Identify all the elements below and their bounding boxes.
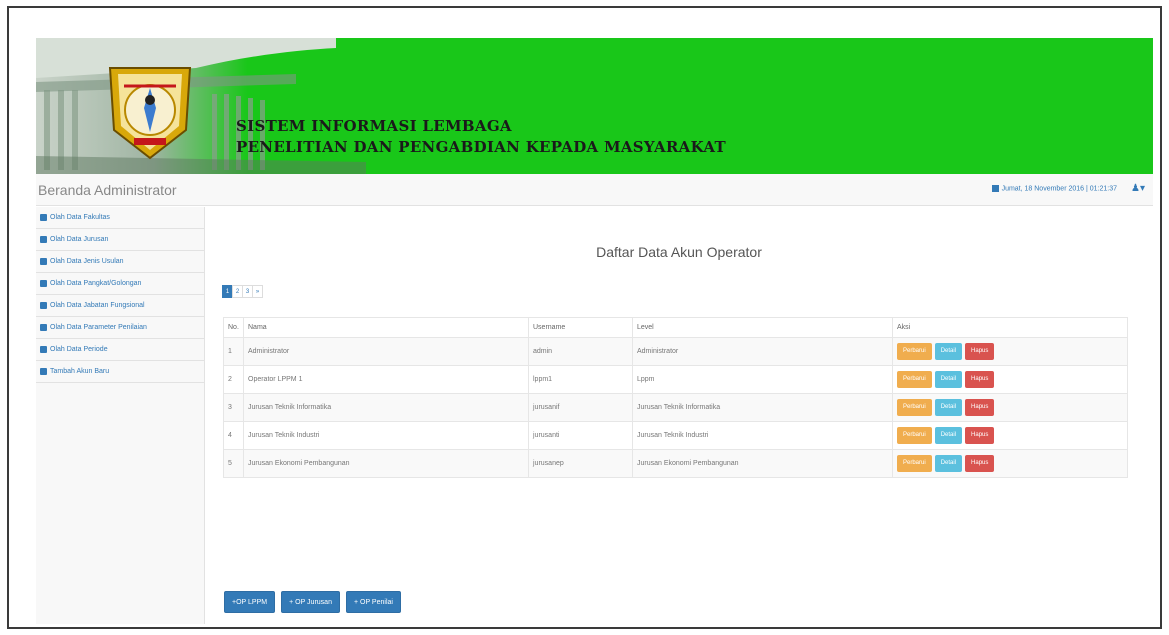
sidebar-item-label: Tambah Akun Baru	[50, 368, 110, 375]
datetime-text: Jumat, 18 November 2016 | 01:21:37	[1001, 185, 1118, 193]
col-header-username: Username	[528, 317, 633, 338]
sidebar-item-jabatan-fungsional[interactable]: Olah Data Jabatan Fungsional	[36, 295, 204, 317]
cell-no: 5	[223, 449, 244, 478]
user-icon	[40, 368, 47, 375]
sidebar-item-label: Olah Data Jenis Usulan	[50, 258, 124, 265]
detail-button[interactable]: Detail	[934, 343, 963, 360]
cell-no: 2	[223, 365, 244, 394]
edit-button[interactable]: Perbarui	[897, 455, 932, 472]
edit-button[interactable]: Perbarui	[897, 343, 932, 360]
table-header-row: No. Nama Username Level Aksi	[223, 317, 1128, 338]
edit-button[interactable]: Perbarui	[897, 371, 932, 388]
sidebar-item-jurusan[interactable]: Olah Data Jurusan	[36, 229, 204, 251]
table-row: 4 Jurusan Teknik Industri jurusanti Juru…	[223, 421, 1128, 450]
sidebar-item-label: Olah Data Periode	[50, 346, 108, 353]
cell-no: 3	[223, 393, 244, 422]
edit-button[interactable]: Perbarui	[897, 399, 932, 416]
cell-aksi: Perbarui Detail Hapus	[892, 365, 1128, 394]
detail-button[interactable]: Detail	[934, 427, 963, 444]
book-icon	[40, 236, 47, 243]
table-row: 5 Jurusan Ekonomi Pembangunan jurusanep …	[223, 449, 1128, 478]
sidebar-item-pangkat-golongan[interactable]: Olah Data Pangkat/Golongan	[36, 273, 204, 295]
add-op-penilai-button[interactable]: + OP Penilai	[345, 591, 401, 613]
detail-button[interactable]: Detail	[934, 399, 963, 416]
pagination-next[interactable]: »	[252, 285, 263, 298]
calendar-icon	[40, 346, 47, 353]
sidebar-item-label: Olah Data Jabatan Fungsional	[50, 302, 145, 309]
add-op-jurusan-button[interactable]: + OP Jurusan	[281, 591, 340, 613]
cell-aksi: Perbarui Detail Hapus	[892, 337, 1128, 366]
calendar-icon	[991, 184, 999, 192]
page: SISTEM INFORMASI LEMBAGA PENELITIAN DAN …	[36, 38, 1153, 624]
cell-aksi: Perbarui Detail Hapus	[892, 421, 1128, 450]
delete-button[interactable]: Hapus	[965, 371, 995, 388]
header-banner: SISTEM INFORMASI LEMBAGA PENELITIAN DAN …	[36, 38, 1153, 174]
list-icon	[40, 302, 47, 309]
navbar-brand[interactable]: Beranda Administrator	[38, 182, 177, 198]
banner-title: SISTEM INFORMASI LEMBAGA PENELITIAN DAN …	[236, 116, 726, 158]
cell-aksi: Perbarui Detail Hapus	[892, 449, 1128, 478]
col-header-level: Level	[632, 317, 893, 338]
cell-nama: Jurusan Ekonomi Pembangunan	[243, 449, 529, 478]
delete-button[interactable]: Hapus	[965, 343, 995, 360]
cell-aksi: Perbarui Detail Hapus	[892, 393, 1128, 422]
cell-username: jurusanep	[528, 449, 633, 478]
delete-button[interactable]: Hapus	[965, 427, 995, 444]
sidebar-item-label: Olah Data Parameter Penilaian	[50, 324, 147, 331]
sidebar-item-label: Olah Data Jurusan	[50, 236, 109, 243]
navbar-right: Jumat, 18 November 2016 | 01:21:37 ♟▾	[991, 183, 1145, 194]
detail-button[interactable]: Detail	[934, 455, 963, 472]
cell-username: jurusanif	[528, 393, 633, 422]
users-icon	[40, 280, 47, 287]
banner-title-line1: SISTEM INFORMASI LEMBAGA	[236, 117, 512, 135]
sidebar-item-label: Olah Data Fakultas	[50, 214, 110, 221]
sidebar: Olah Data Fakultas Olah Data Jurusan Ola…	[36, 207, 205, 624]
sidebar-item-jenis-usulan[interactable]: Olah Data Jenis Usulan	[36, 251, 204, 273]
sidebar-item-parameter-penilaian[interactable]: Olah Data Parameter Penilaian	[36, 317, 204, 339]
sidebar-item-fakultas[interactable]: Olah Data Fakultas	[36, 207, 204, 229]
cell-no: 1	[223, 337, 244, 366]
datetime-display: Jumat, 18 November 2016 | 01:21:37	[991, 184, 1118, 193]
cell-no: 4	[223, 421, 244, 450]
col-header-nama: Nama	[243, 317, 529, 338]
operator-accounts-table: No. Nama Username Level Aksi 1 Administr…	[223, 317, 1128, 478]
main-content: Daftar Data Akun Operator 1 2 3 » No. Na…	[205, 207, 1153, 624]
cell-nama: Jurusan Teknik Informatika	[243, 393, 529, 422]
pagination: 1 2 3 »	[222, 285, 263, 298]
cell-username: jurusanti	[528, 421, 633, 450]
sidebar-item-tambah-akun[interactable]: Tambah Akun Baru	[36, 361, 204, 383]
cell-level: Lppm	[632, 365, 893, 394]
tag-icon	[40, 258, 47, 265]
cell-nama: Jurusan Teknik Industri	[243, 421, 529, 450]
university-logo	[98, 60, 202, 164]
cell-level: Jurusan Teknik Industri	[632, 421, 893, 450]
cell-username: lppm1	[528, 365, 633, 394]
user-menu-dropdown[interactable]: ♟▾	[1131, 183, 1145, 194]
pencil-icon	[40, 324, 47, 331]
table-row: 3 Jurusan Teknik Informatika jurusanif J…	[223, 393, 1128, 422]
cell-level: Administrator	[632, 337, 893, 366]
cell-nama: Operator LPPM 1	[243, 365, 529, 394]
page-title: Daftar Data Akun Operator	[596, 244, 762, 260]
cell-level: Jurusan Ekonomi Pembangunan	[632, 449, 893, 478]
cell-username: admin	[528, 337, 633, 366]
cell-nama: Administrator	[243, 337, 529, 366]
delete-button[interactable]: Hapus	[965, 399, 995, 416]
add-op-lppm-button[interactable]: +OP LPPM	[224, 591, 276, 613]
delete-button[interactable]: Hapus	[965, 455, 995, 472]
sidebar-item-label: Olah Data Pangkat/Golongan	[50, 280, 142, 287]
table-row: 1 Administrator admin Administrator Perb…	[223, 337, 1128, 366]
detail-button[interactable]: Detail	[934, 371, 963, 388]
sidebar-item-periode[interactable]: Olah Data Periode	[36, 339, 204, 361]
bank-icon	[40, 214, 47, 221]
table-row: 2 Operator LPPM 1 lppm1 Lppm Perbarui Det…	[223, 365, 1128, 394]
banner-title-line2: PENELITIAN DAN PENGABDIAN KEPADA MASYARA…	[236, 138, 726, 156]
cell-level: Jurusan Teknik Informatika	[632, 393, 893, 422]
top-navbar: Beranda Administrator Jumat, 18 November…	[36, 174, 1153, 206]
edit-button[interactable]: Perbarui	[897, 427, 932, 444]
col-header-aksi: Aksi	[892, 317, 1128, 338]
col-header-no: No.	[223, 317, 244, 338]
add-operator-buttons: +OP LPPM + OP Jurusan + OP Penilai	[224, 591, 401, 613]
